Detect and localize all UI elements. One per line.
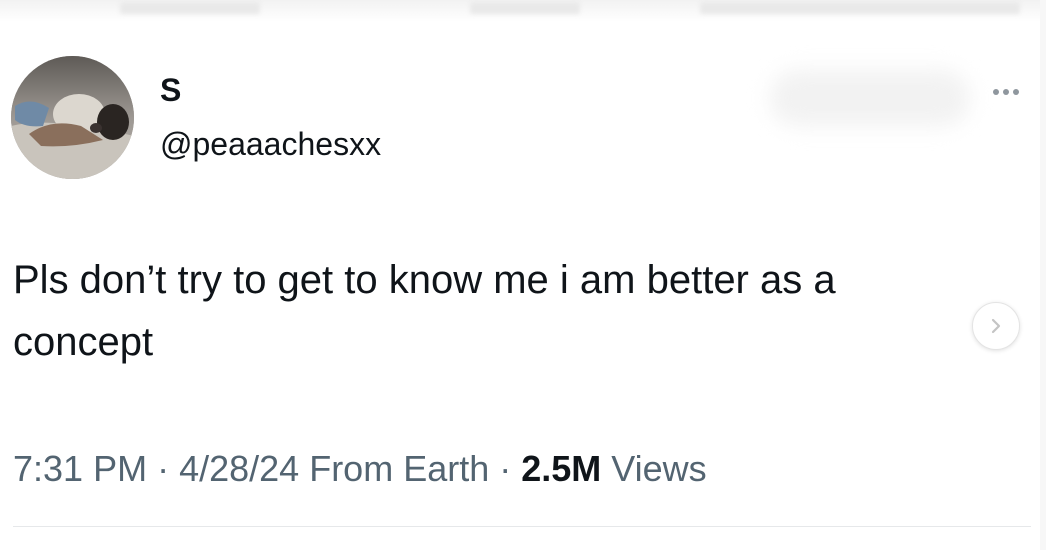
blurred-region: [770, 70, 970, 126]
chevron-right-icon: [991, 318, 1001, 334]
avatar[interactable]: [11, 56, 134, 179]
author-handle[interactable]: @peaaachesxx: [160, 124, 381, 164]
right-edge: [1040, 0, 1046, 550]
avatar-photo: [11, 56, 134, 179]
meta-separator: ·: [489, 448, 522, 489]
views-label: Views: [601, 448, 707, 489]
tweet-text: Pls don’t try to get to know me i am bet…: [13, 258, 836, 364]
tweet-time[interactable]: 7:31 PM: [13, 448, 147, 489]
meta-separator: ·: [147, 448, 180, 489]
tweet-location: From Earth: [299, 448, 490, 489]
tweet-meta: 7:31 PM · 4/28/24 From Earth · 2.5M View…: [13, 446, 707, 492]
views-count[interactable]: 2.5M: [521, 448, 601, 489]
next-slide-button[interactable]: [972, 302, 1020, 350]
tweet-date[interactable]: 4/28/24: [179, 448, 299, 489]
author-display-name[interactable]: S: [160, 70, 181, 110]
more-options-button[interactable]: [976, 76, 1036, 108]
top-cropped-strip: [0, 0, 1046, 22]
more-horizontal-icon: [991, 89, 1021, 95]
divider: [13, 526, 1031, 527]
